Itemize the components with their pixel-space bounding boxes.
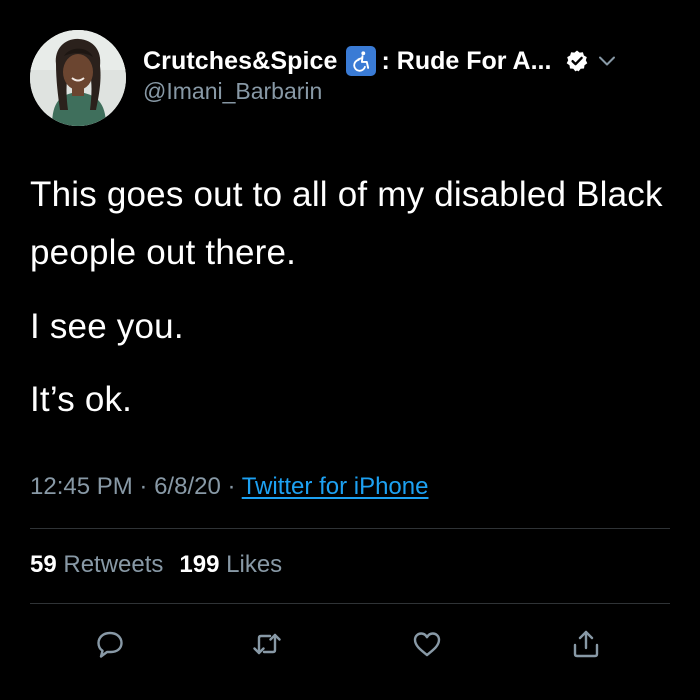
tweet-paragraph: This goes out to all of my disabled Blac… (30, 175, 663, 272)
like-button[interactable] (405, 622, 449, 666)
engagement-stats: 59 Retweets 199 Likes (30, 551, 282, 579)
meta-separator: · (139, 473, 155, 500)
retweets-count: 59 (30, 551, 57, 578)
likes-stat[interactable]: 199 Likes (179, 551, 282, 578)
meta-separator: · (227, 473, 242, 500)
divider (30, 528, 670, 529)
share-icon (573, 630, 599, 658)
author-names: Crutches&Spice : Rude For A... @Imani_Ba… (143, 30, 680, 126)
accessibility-icon (345, 46, 376, 76)
action-bar (0, 622, 700, 666)
retweet-button[interactable] (245, 622, 289, 666)
display-name-suffix[interactable]: : Rude For A... (382, 47, 552, 76)
retweets-stat[interactable]: 59 Retweets (30, 551, 163, 578)
display-name[interactable]: Crutches&Spice (143, 47, 338, 76)
tweet-time: 12:45 PM (30, 473, 133, 500)
verified-badge-icon (565, 49, 589, 73)
avatar-image (30, 30, 126, 126)
retweet-icon (253, 633, 281, 655)
likes-label: Likes (226, 551, 283, 578)
avatar[interactable] (30, 30, 126, 126)
share-button[interactable] (564, 622, 608, 666)
tweet-paragraph: I see you. (30, 307, 184, 346)
tweet-text: This goes out to all of my disabled Blac… (30, 166, 670, 428)
chevron-down-icon[interactable] (597, 51, 617, 71)
tweet-metadata: 12:45 PM · 6/8/20 · Twitter for iPhone (30, 473, 428, 501)
like-icon (413, 632, 441, 657)
name-row[interactable]: Crutches&Spice : Rude For A... (143, 44, 680, 78)
tweet-detail: Crutches&Spice : Rude For A... @Imani_Ba… (0, 0, 700, 700)
likes-count: 199 (179, 551, 220, 578)
reply-icon (97, 631, 123, 658)
tweet-header: Crutches&Spice : Rude For A... @Imani_Ba… (30, 30, 680, 126)
author-handle[interactable]: @Imani_Barbarin (143, 78, 680, 105)
tweet-source-link[interactable]: Twitter for iPhone (242, 473, 429, 500)
reply-button[interactable] (88, 622, 132, 666)
tweet-date: 6/8/20 (154, 473, 221, 500)
tweet-paragraph: It’s ok. (30, 380, 133, 419)
retweets-label: Retweets (63, 551, 164, 578)
divider (30, 603, 670, 604)
